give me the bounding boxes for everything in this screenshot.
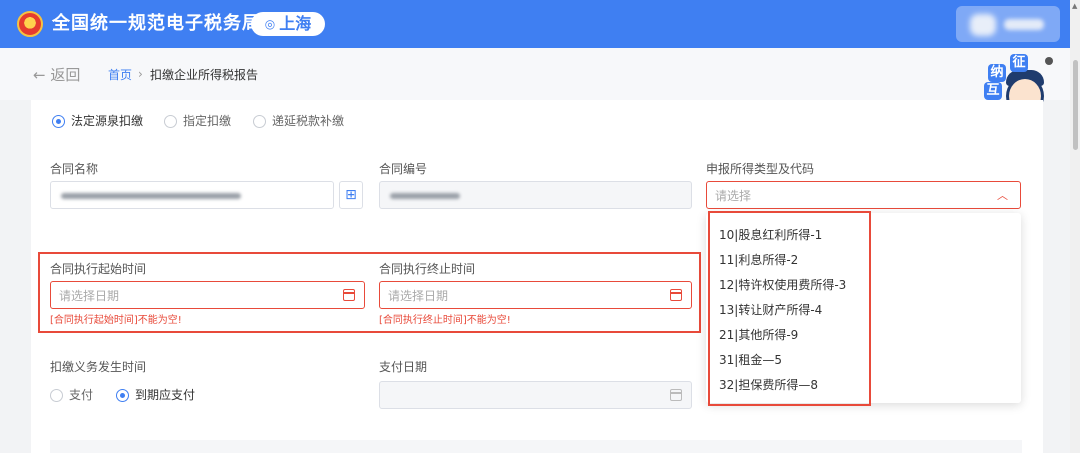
radio-unchecked-icon [50, 388, 63, 402]
breadcrumb: ← 返回 首页 › 扣缴企业所得税报告 [0, 48, 1080, 100]
pay-date-input [379, 381, 692, 409]
user-name-redacted [1004, 19, 1044, 30]
date-fields-highlight-box [38, 252, 701, 333]
radio-statutory-withholding[interactable]: 法定源泉扣缴 [52, 113, 143, 129]
contract-number-label: 合同编号 [379, 162, 428, 176]
radio-label: 到期应支付 [135, 388, 196, 402]
radio-label: 递延税款补缴 [272, 114, 345, 128]
contract-lookup-grid-button[interactable]: ⊞ [339, 181, 363, 209]
mascot-char: 互 [984, 82, 1002, 100]
site-title: 全国统一规范电子税务局 [52, 13, 261, 34]
top-header: 全国统一规范电子税务局 ◎ 上海 [0, 0, 1080, 48]
next-section-strip [50, 440, 1022, 453]
income-type-select[interactable]: 请选择 ︿ [706, 181, 1021, 209]
mascot-char: 征 [1010, 54, 1028, 72]
breadcrumb-current: 扣缴企业所得税报告 [150, 68, 259, 82]
radio-label: 指定扣缴 [183, 114, 232, 128]
radio-checked-icon [116, 388, 129, 402]
contract-name-label: 合同名称 [50, 162, 99, 176]
breadcrumb-home-link[interactable]: 首页 [108, 67, 132, 83]
back-button[interactable]: ← 返回 [33, 66, 80, 84]
radio-unchecked-icon [164, 114, 177, 128]
income-type-placeholder: 请选择 [715, 189, 752, 203]
tax-emblem-logo [17, 11, 43, 37]
obligation-time-label: 扣缴义务发生时间 [50, 360, 147, 374]
region-label: 上海 [279, 14, 312, 33]
radio-label: 支付 [69, 388, 94, 402]
mascot-char: 纳 [988, 64, 1006, 82]
contract-name-redacted [61, 193, 241, 199]
breadcrumb-separator: › [138, 67, 143, 81]
close-dot-icon[interactable] [1045, 57, 1053, 65]
contract-number-input [379, 181, 692, 209]
radio-label: 法定源泉扣缴 [71, 114, 144, 128]
radio-unchecked-icon [253, 114, 266, 128]
contract-name-input[interactable] [50, 181, 334, 209]
pay-date-label: 支付日期 [379, 360, 428, 374]
scroll-up-arrow-icon[interactable]: ▲ [1072, 2, 1077, 10]
radio-obligation-pay[interactable]: 支付 [50, 387, 93, 403]
user-avatar [970, 14, 996, 36]
radio-checked-icon [52, 114, 65, 128]
region-selector[interactable]: ◎ 上海 [251, 12, 325, 36]
income-type-label: 申报所得类型及代码 [706, 162, 815, 176]
scrollbar-thumb[interactable] [1073, 60, 1078, 150]
radio-obligation-due[interactable]: 到期应支付 [116, 387, 195, 403]
contract-number-redacted [390, 193, 460, 199]
radio-designated-withholding[interactable]: 指定扣缴 [164, 113, 231, 129]
radio-deferred-tax-payment[interactable]: 递延税款补缴 [253, 113, 344, 129]
chevron-up-icon: ︿ [997, 189, 1008, 202]
location-pin-icon: ◎ [264, 17, 276, 31]
dropdown-options-highlight-box [708, 211, 871, 406]
user-account-menu[interactable] [956, 6, 1060, 42]
calendar-icon [670, 389, 682, 401]
